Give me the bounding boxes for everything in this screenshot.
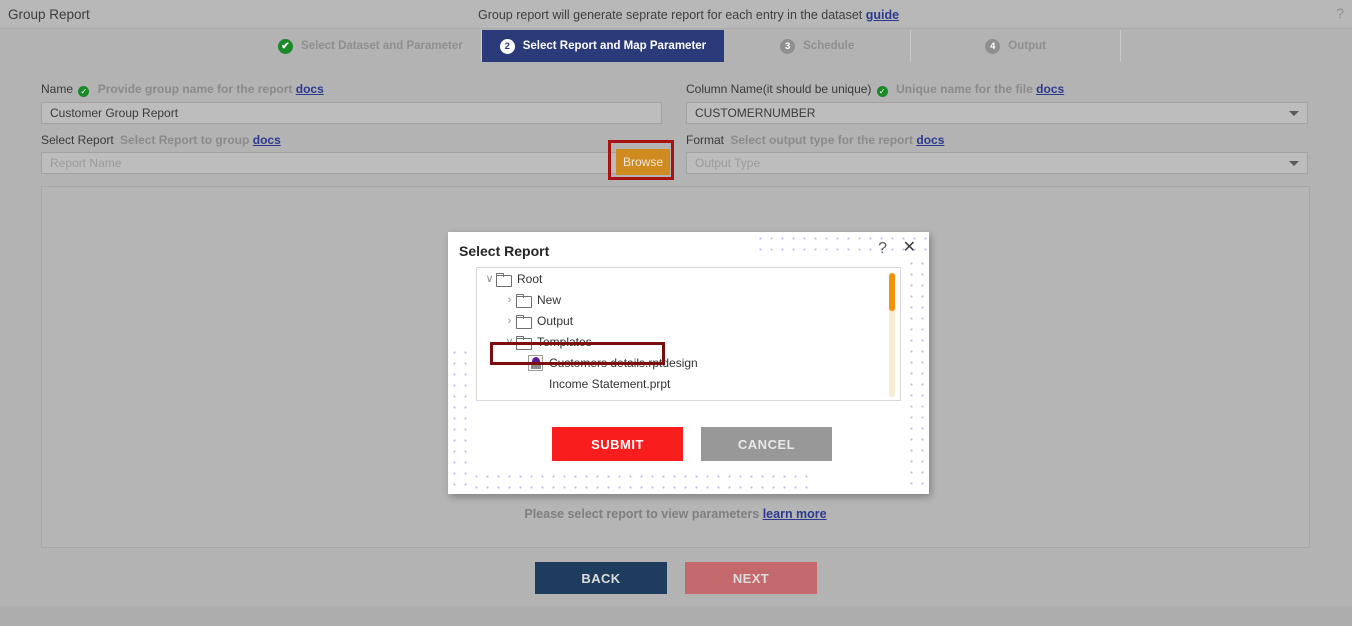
tree-item-income-statement[interactable]: Income Statement.prpt [477, 373, 900, 394]
chevron-down-icon [1289, 111, 1299, 116]
column-name-value: CUSTOMERNUMBER [695, 106, 816, 120]
next-button[interactable]: NEXT [685, 562, 817, 594]
guide-link[interactable]: guide [866, 8, 899, 22]
name-label-text: Name [41, 82, 74, 96]
chevron-down-icon[interactable]: ∨ [483, 272, 496, 285]
header-description: Group report will generate seprate repor… [478, 8, 899, 22]
help-icon[interactable]: ? [1336, 5, 1344, 21]
folder-icon [516, 293, 532, 308]
chevron-down-icon [1289, 161, 1299, 166]
panel-message-text: Please select report to view parameters [524, 507, 760, 521]
format-label-text: Format [686, 133, 725, 147]
tree-item-label: Templates [537, 334, 592, 349]
tree-scrollbar[interactable] [889, 273, 895, 397]
select-report-dialog: Select Report ? ✕ ∨ Root › New › Output … [448, 232, 929, 494]
browse-button[interactable]: Browse [616, 149, 670, 175]
chevron-right-icon[interactable]: › [503, 294, 516, 306]
step-3-label: Schedule [803, 40, 855, 52]
dialog-drag-pattern [449, 347, 471, 493]
step-4-badge-icon: 4 [985, 38, 1001, 54]
dialog-drag-pattern [906, 258, 928, 493]
submit-button[interactable]: SUBMIT [552, 427, 683, 461]
tree-item-new[interactable]: › New [477, 289, 900, 310]
step-schedule[interactable]: 3 Schedule [724, 30, 912, 62]
column-name-label-text: Column Name(it should be unique) [686, 82, 872, 96]
step-select-report[interactable]: 2 Select Report and Map Parameter [481, 30, 725, 62]
format-hint: Select output type for the report [730, 133, 914, 147]
name-hint: Provide group name for the report [97, 82, 293, 96]
tree-item-label: Root [517, 271, 543, 286]
column-name-docs-link[interactable]: docs [1036, 82, 1064, 96]
select-report-label-text: Select Report [41, 133, 114, 147]
format-label: Format Select output type for the report… [686, 133, 1308, 147]
step-2-label: Select Report and Map Parameter [522, 40, 707, 52]
tree-item-templates[interactable]: ∨ Templates [477, 331, 900, 352]
column-name-select[interactable]: CUSTOMERNUMBER [686, 102, 1308, 124]
learn-more-link[interactable]: learn more [763, 507, 827, 521]
folder-icon [496, 272, 512, 287]
column-name-label: Column Name(it should be unique) ✓ Uniqu… [686, 82, 1308, 97]
step-1-label: Select Dataset and Parameter [301, 40, 463, 52]
step-output[interactable]: 4 Output [911, 30, 1121, 62]
tree-item-label: Output [537, 313, 574, 328]
output-type-value: Output Type [695, 156, 761, 170]
format-docs-link[interactable]: docs [916, 133, 944, 147]
dialog-help-icon[interactable]: ? [878, 240, 887, 258]
output-type-select[interactable]: Output Type [686, 152, 1308, 174]
select-report-label: Select Report Select Report to group doc… [41, 133, 662, 147]
browse-annotation-box: Browse [608, 140, 674, 180]
dialog-title: Select Report [459, 243, 550, 259]
field-group-name: Name ✓ Provide group name for the report… [41, 82, 662, 124]
valid-check-icon: ✓ [78, 86, 90, 97]
name-label: Name ✓ Provide group name for the report… [41, 82, 662, 97]
step-3-badge-icon: 3 [780, 38, 796, 54]
group-name-input[interactable]: Customer Group Report [41, 102, 662, 124]
step-4-label: Output [1008, 40, 1046, 52]
header-description-text: Group report will generate seprate repor… [478, 8, 863, 22]
wizard-stepper: ✔ Select Dataset and Parameter 2 Select … [260, 30, 1121, 62]
step-select-dataset[interactable]: ✔ Select Dataset and Parameter [260, 30, 482, 62]
report-tree: ∨ Root › New › Output ∨ Templates Custom… [476, 267, 901, 401]
report-name-input[interactable]: Report Name [41, 152, 662, 174]
dialog-actions: SUBMIT CANCEL [552, 427, 832, 461]
tree-item-label: New [537, 292, 562, 307]
footer-bar [0, 606, 1352, 626]
select-report-hint: Select Report to group [120, 133, 250, 147]
back-button[interactable]: BACK [535, 562, 667, 594]
tree-item-label: Income Statement.prpt [549, 376, 671, 391]
chevron-right-icon[interactable]: › [503, 315, 516, 327]
name-docs-link[interactable]: docs [296, 82, 324, 96]
tree-item-customers-details[interactable]: Customers details.rptdesign [477, 352, 900, 373]
field-format: Format Select output type for the report… [686, 133, 1308, 174]
top-bar: Group Report Group report will generate … [0, 0, 1352, 29]
field-select-report: Select Report Select Report to group doc… [41, 133, 662, 174]
valid-check-icon: ✓ [876, 86, 888, 97]
cancel-button[interactable]: CANCEL [701, 427, 832, 461]
tree-item-label: Customers details.rptdesign [549, 355, 698, 370]
tree-scrollbar-thumb[interactable] [889, 273, 895, 311]
page-title: Group Report [8, 7, 90, 22]
wizard-nav: BACK NEXT [0, 562, 1352, 594]
select-report-docs-link[interactable]: docs [253, 133, 281, 147]
field-column-name: Column Name(it should be unique) ✓ Uniqu… [686, 82, 1308, 124]
tree-item-root[interactable]: ∨ Root [477, 268, 900, 289]
column-name-hint: Unique name for the file [896, 82, 1033, 96]
chevron-down-icon[interactable]: ∨ [503, 335, 516, 348]
step-1-badge-icon: ✔ [278, 38, 293, 54]
dialog-drag-pattern [471, 471, 811, 493]
report-design-icon [528, 354, 543, 371]
panel-empty-message: Please select report to view parameters … [42, 507, 1309, 521]
step-2-badge-icon: 2 [499, 38, 515, 54]
tree-item-output[interactable]: › Output [477, 310, 900, 331]
close-icon[interactable]: ✕ [903, 240, 916, 256]
folder-icon [516, 314, 532, 329]
folder-icon [516, 335, 532, 350]
